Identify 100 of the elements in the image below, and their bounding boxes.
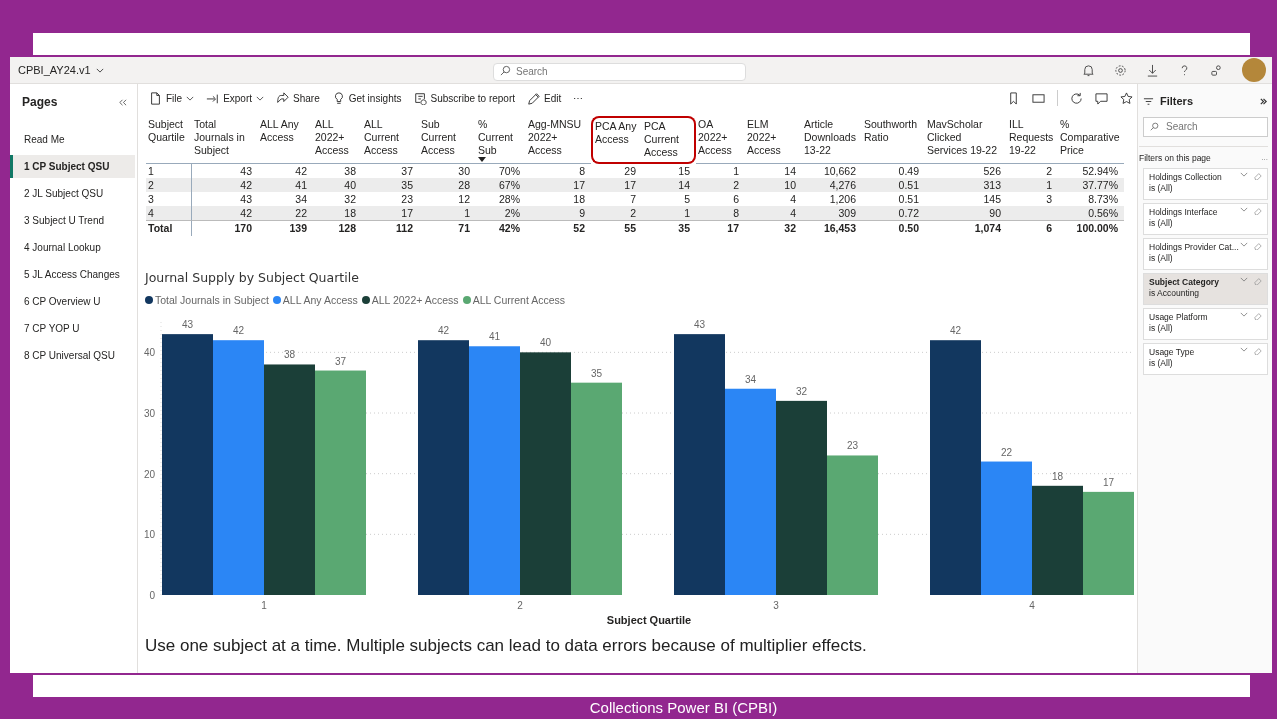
table-cell: 2% [476, 206, 526, 220]
table-cell: 35 [362, 178, 419, 192]
column-header[interactable]: Southworth Ratio [862, 116, 925, 164]
report-name[interactable]: CPBI_AY24.v1 [18, 64, 493, 76]
filter-search-field[interactable]: Search [1143, 116, 1268, 137]
toolbar-button[interactable]: Export [202, 89, 269, 107]
settings-icon[interactable] [1114, 63, 1127, 77]
table-cell: 18 [313, 206, 362, 220]
chevron-icon[interactable] [1240, 277, 1248, 282]
column-header[interactable]: % Comparative Price [1058, 116, 1124, 164]
table-cell-text: 2 [1045, 164, 1053, 178]
column-header[interactable]: ELM 2022+ Access [745, 116, 802, 164]
page-tab[interactable]: 5 JL Access Changes [10, 263, 135, 286]
table-cell: 100.00% [1058, 220, 1124, 236]
axis-tick-label: 30 [143, 408, 155, 419]
table-cell-text: 23 [400, 192, 414, 206]
eraser-icon[interactable] [1254, 242, 1262, 250]
comment-icon[interactable] [1095, 91, 1108, 105]
column-header[interactable]: ALL 2022+ Access [313, 116, 362, 164]
filter-card[interactable]: Usage Type is (All) [1143, 343, 1268, 375]
table-cell: 40 [313, 178, 362, 192]
table-cell-text: 8 [578, 164, 586, 178]
data-label: 34 [744, 373, 757, 385]
eraser-icon[interactable] [1254, 277, 1262, 285]
table-cell: 41 [258, 178, 313, 192]
avatar[interactable] [1242, 58, 1266, 82]
eraser-icon[interactable] [1254, 207, 1262, 215]
column-header[interactable]: Total Journals in Subject [192, 116, 258, 164]
column-header[interactable]: ILL Requests 19-22 [1007, 116, 1058, 164]
column-header[interactable]: OA 2022+ Access [696, 116, 745, 164]
column-header[interactable]: Sub Current Access [419, 116, 476, 164]
table-cell: 8 [696, 206, 745, 220]
filter-card[interactable]: Holdings Provider Cat... is (All) [1143, 238, 1268, 270]
filter-name: Usage Type [1149, 347, 1196, 358]
filter-value: is (All) [1149, 253, 1174, 264]
refresh-icon[interactable] [1070, 91, 1083, 105]
page-tab[interactable]: 7 CP YOP U [10, 317, 135, 340]
data-label: 37 [334, 355, 347, 367]
table-cell-text: 0.51 [897, 192, 920, 206]
table-cell-text: 43 [239, 164, 253, 178]
data-label: 40 [539, 337, 552, 349]
page-tab[interactable]: 1 CP Subject QSU [10, 155, 135, 178]
chevron-icon[interactable] [1240, 242, 1248, 247]
page-tab[interactable]: 4 Journal Lookup [10, 236, 135, 259]
table-cell-text: 526 [982, 164, 1002, 178]
filter-card[interactable]: Usage Platform is (All) [1143, 308, 1268, 340]
eraser-icon[interactable] [1254, 172, 1262, 180]
search-field[interactable]: Search [493, 62, 746, 81]
page-tab[interactable]: Read Me [10, 128, 135, 151]
chevron-icon[interactable] [1240, 312, 1248, 317]
chevron-icon [186, 95, 195, 101]
filter-card[interactable]: Holdings Collection is (All) [1143, 168, 1268, 200]
column-header[interactable]: % Current Sub [476, 116, 526, 164]
axis-title: Subject Quartile [606, 614, 692, 626]
expand-icon[interactable] [1259, 96, 1268, 106]
eraser-icon[interactable] [1254, 312, 1262, 320]
chevron-icon[interactable] [1240, 172, 1248, 177]
eraser-icon[interactable] [1254, 347, 1262, 355]
download-icon[interactable] [1146, 63, 1159, 77]
axis-tick-label: 40 [143, 347, 155, 359]
page-tab[interactable]: 3 Subject U Trend [10, 209, 135, 232]
toolbar-button[interactable]: File [145, 89, 199, 107]
star-icon[interactable] [1120, 91, 1133, 105]
more-button[interactable]: ... [1261, 153, 1268, 163]
column-header[interactable]: MavScholar Clicked Services 19-22 [925, 116, 1007, 164]
table-cell-text: 37 [400, 164, 414, 178]
data-label: 42 [437, 325, 450, 337]
toolbar-button[interactable]: Subscribe to report [409, 89, 520, 107]
collapse-icon[interactable] [118, 97, 127, 107]
view-icon[interactable] [1032, 91, 1045, 105]
column-header[interactable]: ALL Current Access [362, 116, 419, 164]
toolbar-button[interactable]: Share [272, 89, 324, 107]
toolbar-button[interactable]: Edit [523, 89, 566, 107]
table-cell: 67% [476, 178, 526, 192]
table-cell: 17 [591, 178, 642, 192]
table-cell-text: 12 [457, 192, 471, 206]
bell-icon[interactable] [1082, 63, 1095, 77]
page-tab[interactable]: 6 CP Overview U [10, 290, 135, 313]
column-header[interactable]: PCA Current Access [642, 116, 696, 164]
bookmark-icon[interactable] [1007, 91, 1020, 105]
chevron-icon[interactable] [1240, 207, 1248, 212]
chevron-icon[interactable] [1240, 347, 1248, 352]
toolbar-button[interactable]: Get insights [327, 89, 406, 107]
table-cell-text: 5 [683, 192, 691, 206]
table-cell-text: 3 [1045, 192, 1053, 206]
column-header[interactable]: Agg-MNSU 2022+ Access [526, 116, 591, 164]
page-tab[interactable]: 8 CP Universal QSU [10, 344, 135, 367]
column-header[interactable]: ALL Any Access [258, 116, 313, 164]
chart-title: Journal Supply by Subject Quartile [145, 270, 360, 285]
column-header[interactable]: Article Downloads 13-22 [802, 116, 862, 164]
data-label: 17 [1102, 476, 1115, 488]
table-cell: 52 [526, 220, 591, 236]
filter-card[interactable]: Subject Category is Accounting [1143, 273, 1268, 305]
table-cell: 9 [526, 206, 591, 220]
filter-card[interactable]: Holdings Interface is (All) [1143, 203, 1268, 235]
more-button[interactable]: ⋯ [569, 90, 588, 106]
category-label: 1 [261, 600, 267, 611]
column-header[interactable]: PCA Any Access [591, 116, 642, 164]
column-header[interactable]: Subject Quartile [146, 116, 192, 164]
page-tab[interactable]: 2 JL Subject QSU [10, 182, 135, 205]
